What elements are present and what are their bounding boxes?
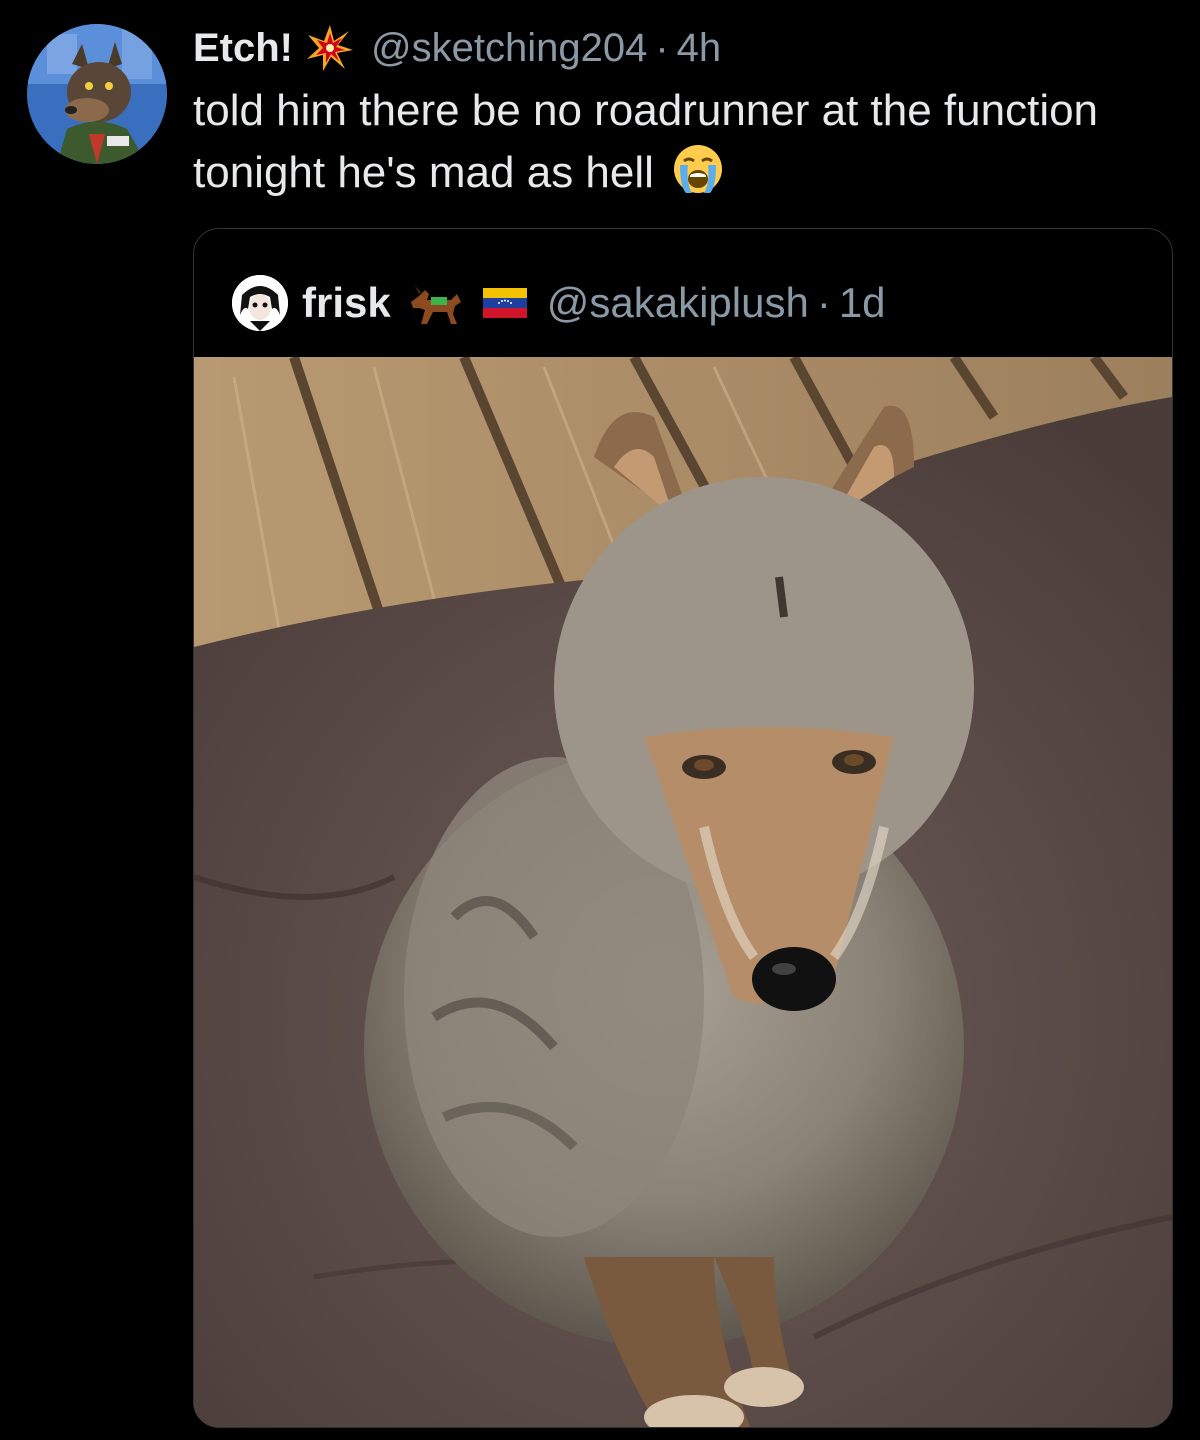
quoted-display-name[interactable]: frisk [302, 279, 391, 327]
horse-icon [405, 280, 465, 326]
tweet-header: Etch! @sketching204 · 4h [193, 20, 721, 76]
tweet[interactable]: Etch! @sketching204 · 4h told him there … [0, 0, 1200, 1440]
loudly-crying-face-icon [672, 143, 724, 195]
user-avatar[interactable] [27, 24, 167, 164]
quoted-separator-dot: · [816, 279, 831, 326]
collision-icon [305, 23, 355, 73]
coyote-photo[interactable] [194, 357, 1172, 1427]
quoted-tweet-header: frisk @sakakiplush · 1d [232, 273, 886, 333]
venezuela-flag-icon [482, 288, 527, 318]
display-name[interactable]: Etch! [193, 26, 293, 71]
user-handle[interactable]: @sketching204 [371, 26, 647, 71]
quoted-user-handle[interactable]: @sakakiplush [547, 279, 809, 327]
tweet-text: told him there be no roadrunner at the f… [193, 80, 1153, 204]
timestamp[interactable]: 4h [677, 26, 722, 71]
tweet-body: told him there be no roadrunner at the f… [193, 86, 1099, 197]
quoted-user-avatar[interactable] [232, 275, 288, 331]
separator-dot: · [655, 25, 669, 70]
quoted-tweet[interactable]: frisk @sakakiplush · 1d [193, 228, 1173, 1428]
quoted-timestamp[interactable]: 1d [839, 279, 886, 327]
